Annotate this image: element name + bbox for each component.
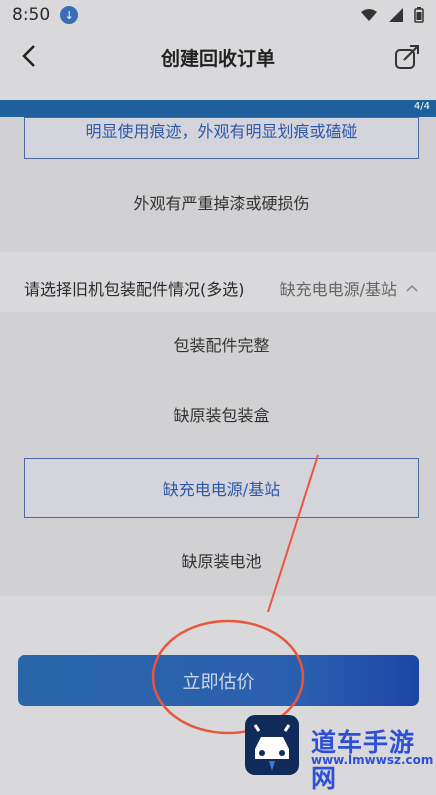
watermark-logo-icon: [245, 715, 299, 775]
accessories-selected: 缺充电电源/基站: [279, 280, 397, 299]
status-time: 8:50: [12, 5, 51, 25]
accessory-option[interactable]: 缺原装包装盒: [24, 390, 419, 438]
battery-icon: [414, 7, 424, 23]
status-bar: 8:50 ↓: [0, 0, 436, 30]
accessory-option-selected[interactable]: 缺充电电源/基站: [24, 458, 419, 518]
page-title: 创建回收订单: [160, 47, 275, 70]
cellular-signal-icon: [389, 8, 403, 22]
accessory-option-label: 缺充电电源/基站: [162, 480, 281, 499]
estimate-button-label: 立即估价: [182, 671, 255, 693]
condition-option-selected[interactable]: 明显使用痕迹，外观有明显划痕或磕碰: [24, 117, 419, 159]
back-arrow-icon[interactable]: [16, 42, 44, 70]
accessories-question: 请选择旧机包装配件情况(多选): [24, 280, 245, 299]
progress-bar: [0, 100, 436, 117]
accessory-option[interactable]: 包装配件完整: [24, 320, 419, 368]
condition-option[interactable]: 外观有严重掉漆或硬损伤: [24, 178, 419, 226]
condition-option-label: 明显使用痕迹，外观有明显划痕或磕碰: [85, 122, 358, 141]
accessories-header[interactable]: 请选择旧机包装配件情况(多选) 缺充电电源/基站: [24, 276, 419, 300]
chevron-up-icon: [406, 284, 418, 292]
estimate-button[interactable]: 立即估价: [18, 655, 419, 706]
wifi-icon: [361, 9, 377, 21]
accessory-option[interactable]: 缺原装电池: [24, 536, 419, 584]
condition-option-label: 外观有严重掉漆或硬损伤: [133, 194, 310, 213]
accessory-option-label: 包装配件完整: [173, 336, 270, 355]
accessory-option-label: 缺原装包装盒: [173, 406, 270, 425]
nav-bar: 创建回收订单: [0, 34, 436, 80]
progress-fill: [0, 100, 436, 117]
share-icon[interactable]: [392, 42, 422, 72]
progress-label: 4/4: [413, 101, 430, 112]
accessory-option-label: 缺原装电池: [181, 552, 262, 571]
watermark-url: www.lmwwsz.com: [311, 753, 434, 767]
watermark: 道车手游网 www.lmwwsz.com: [245, 715, 436, 793]
download-icon: ↓: [60, 6, 79, 24]
